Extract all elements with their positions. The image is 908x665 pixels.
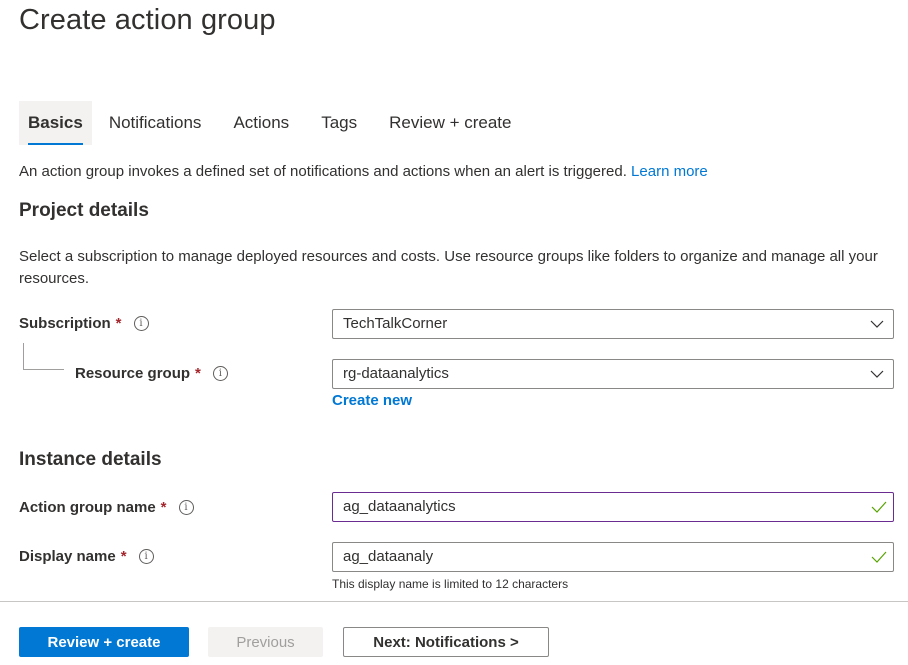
tab-basics[interactable]: Basics: [19, 101, 92, 145]
tab-notifications[interactable]: Notifications: [100, 101, 211, 145]
info-icon[interactable]: i: [178, 500, 194, 515]
intro-description: An action group invokes a defined set of…: [19, 163, 627, 180]
info-icon[interactable]: i: [138, 549, 154, 564]
display-name-label-text: Display name: [19, 548, 116, 565]
instance-details-heading: Instance details: [19, 449, 162, 470]
subscription-label-text: Subscription: [19, 315, 111, 332]
footer-divider: [0, 601, 908, 602]
subscription-value: TechTalkCorner: [343, 315, 448, 332]
project-details-heading: Project details: [19, 200, 149, 221]
resource-group-label: Resource group * i: [75, 365, 228, 382]
review-create-button[interactable]: Review + create: [19, 627, 189, 657]
subscription-label: Subscription * i: [19, 315, 149, 332]
chevron-down-icon: [870, 370, 884, 378]
intro-text: An action group invokes a defined set of…: [19, 163, 708, 180]
display-name-value: ag_dataanaly: [343, 548, 434, 565]
action-group-name-label-text: Action group name: [19, 499, 156, 516]
action-group-name-input[interactable]: ag_dataanalytics: [332, 492, 894, 522]
chevron-down-icon: [870, 320, 884, 328]
subscription-dropdown[interactable]: TechTalkCorner: [332, 309, 894, 339]
page-title: Create action group: [19, 4, 276, 36]
tab-bar: Basics Notifications Actions Tags Review…: [19, 101, 534, 145]
action-group-name-value: ag_dataanalytics: [343, 498, 456, 515]
required-asterisk: *: [120, 548, 127, 565]
resource-group-dropdown[interactable]: rg-dataanalytics: [332, 359, 894, 389]
learn-more-link[interactable]: Learn more: [631, 163, 708, 180]
project-details-description: Select a subscription to manage deployed…: [19, 248, 878, 287]
checkmark-icon: [871, 551, 887, 563]
checkmark-icon: [871, 501, 887, 513]
info-icon[interactable]: i: [133, 316, 149, 331]
required-asterisk: *: [195, 365, 201, 382]
action-group-name-label: Action group name * i: [19, 499, 194, 516]
resource-group-label-text: Resource group: [75, 365, 191, 382]
tab-actions[interactable]: Actions: [224, 101, 298, 145]
display-name-label: Display name * i: [19, 548, 154, 565]
required-asterisk: *: [160, 499, 167, 516]
required-asterisk: *: [115, 315, 122, 332]
next-notifications-button[interactable]: Next: Notifications >: [343, 627, 549, 657]
create-new-link[interactable]: Create new: [332, 392, 412, 409]
resource-group-value: rg-dataanalytics: [343, 365, 449, 382]
info-icon[interactable]: i: [212, 366, 228, 381]
tab-review-create[interactable]: Review + create: [380, 101, 520, 145]
tab-tags[interactable]: Tags: [312, 101, 366, 145]
display-name-input[interactable]: ag_dataanaly: [332, 542, 894, 572]
display-name-hint: This display name is limited to 12 chara…: [332, 577, 569, 591]
tree-connector: [23, 343, 64, 370]
previous-button[interactable]: Previous: [208, 627, 323, 657]
